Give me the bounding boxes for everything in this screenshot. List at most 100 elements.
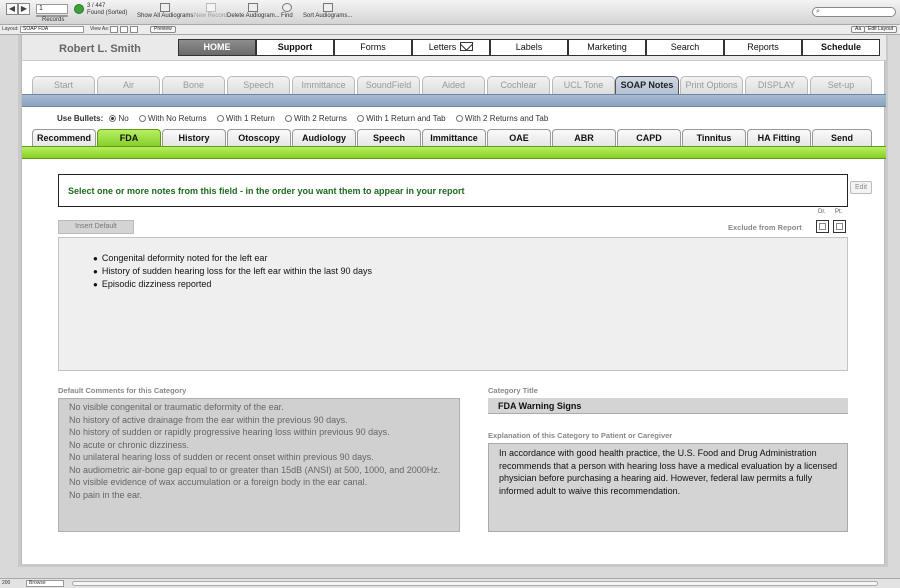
- soap-tab-audiology[interactable]: Audiology: [292, 129, 356, 146]
- bullet-option-1-return-tab[interactable]: With 1 Return and Tab: [357, 114, 446, 123]
- status-toolbar: ◀ ▶ 1 Records 3 / 447 Found (Sorted) Sho…: [0, 0, 900, 25]
- radio-icon: [285, 115, 292, 122]
- found-count: 3 / 447 Found (Sorted): [87, 3, 127, 17]
- tab-soap-notes[interactable]: SOAP Notes: [615, 76, 679, 94]
- insert-default-button[interactable]: Insert Default: [58, 220, 134, 234]
- tab-setup[interactable]: Set-up: [810, 76, 872, 94]
- main-tab-underline: [22, 94, 886, 107]
- menu-reports[interactable]: Reports: [724, 39, 802, 56]
- quick-find-input[interactable]: ⌕: [812, 7, 896, 17]
- tab-ucl-tone[interactable]: UCL Tone: [552, 76, 615, 94]
- list-view-icon[interactable]: [120, 26, 128, 33]
- prev-record-icon[interactable]: ◀: [6, 3, 18, 15]
- find-button[interactable]: Find: [281, 3, 293, 19]
- layout-bar: Layout: SOAP FDA View As: Preview Aa Edi…: [0, 25, 900, 35]
- tab-display[interactable]: DISPLAY: [745, 76, 808, 94]
- delete-audiogram-button[interactable]: Delete Audiogram...: [227, 3, 280, 19]
- menu-labels[interactable]: Labels: [490, 39, 568, 56]
- soap-notes-panel: Robert L. Smith HOME Support Forms Lette…: [21, 35, 886, 564]
- tab-soundfield[interactable]: SoundField: [357, 76, 420, 94]
- soap-tab-send[interactable]: Send: [812, 129, 872, 146]
- layout-label: Layout:: [2, 26, 19, 32]
- menu-search[interactable]: Search: [646, 39, 724, 56]
- soap-tab-underline: [22, 146, 886, 159]
- delete-icon: [248, 3, 259, 12]
- tab-start[interactable]: Start: [32, 76, 95, 94]
- radio-icon: [138, 115, 146, 122]
- bullet-option-2-returns[interactable]: With 2 Returns: [285, 114, 347, 123]
- tab-bone[interactable]: Bone: [162, 76, 225, 94]
- tab-immittance[interactable]: Immittance: [292, 76, 355, 94]
- soap-tab-abr[interactable]: ABR: [552, 129, 616, 146]
- layout-select[interactable]: SOAP FDA: [20, 26, 84, 33]
- bullet-options: Use Bullets: No With No Returns With 1 R…: [57, 114, 556, 123]
- exclude-pt-checkbox[interactable]: [833, 220, 846, 233]
- comment-line: No acute or chronic dizziness.: [69, 439, 190, 450]
- comment-line: No history of sudden or rapidly progress…: [69, 427, 390, 437]
- show-all-icon: [160, 3, 171, 12]
- soap-tab-history[interactable]: History: [162, 129, 226, 146]
- preview-button[interactable]: Preview: [150, 26, 176, 33]
- new-record-button[interactable]: New Record: [194, 3, 227, 19]
- tab-cochlear[interactable]: Cochlear: [487, 76, 550, 94]
- status-bar: 200 Browse: [0, 578, 900, 588]
- record-number-input[interactable]: 1: [36, 4, 68, 14]
- exclude-dr-checkbox[interactable]: [816, 220, 829, 233]
- soap-tab-recommend[interactable]: Recommend: [32, 129, 96, 146]
- show-all-button[interactable]: Show All Audiograms: [137, 3, 193, 19]
- soap-tab-fda[interactable]: FDA: [97, 129, 161, 146]
- edit-layout-button[interactable]: Edit Layout: [864, 26, 898, 33]
- sort-icon: [322, 3, 333, 12]
- soap-tab-ha-fitting[interactable]: HA Fitting: [747, 129, 811, 146]
- next-record-icon[interactable]: ▶: [18, 3, 30, 15]
- default-comments-field[interactable]: No visible congenital or traumatic defor…: [58, 398, 460, 532]
- bullet-option-no[interactable]: No: [109, 114, 129, 123]
- soap-tab-speech[interactable]: Speech: [357, 129, 421, 146]
- text-format-button[interactable]: Aa: [851, 26, 866, 33]
- mode-select[interactable]: Browse: [26, 580, 64, 587]
- tab-aided[interactable]: Aided: [422, 76, 485, 94]
- patient-name: Robert L. Smith: [59, 43, 141, 55]
- bullet-option-1-return[interactable]: With 1 Return: [216, 114, 275, 123]
- tab-air[interactable]: Air: [97, 76, 160, 94]
- category-title-label: Category Title: [488, 386, 538, 395]
- menu-forms[interactable]: Forms: [334, 39, 412, 56]
- notes-field[interactable]: Congenital deformity noted for the left …: [58, 237, 848, 371]
- tab-speech[interactable]: Speech: [227, 76, 290, 94]
- magnifier-icon: [281, 3, 292, 12]
- comment-line: No pain in the ear.: [69, 489, 143, 500]
- soap-tab-immittance[interactable]: Immittance: [422, 129, 486, 146]
- explanation-label: Explanation of this Category to Patient …: [488, 431, 673, 440]
- sort-audiograms-button[interactable]: Sort Audiograms...: [303, 3, 352, 19]
- menu-marketing[interactable]: Marketing: [568, 39, 646, 56]
- zoom-level[interactable]: 200: [2, 579, 10, 588]
- radio-icon: [216, 115, 224, 122]
- bullet-option-no-returns[interactable]: With No Returns: [138, 114, 207, 123]
- pt-label: Pt.: [835, 209, 843, 215]
- category-title-field[interactable]: FDA Warning Signs: [488, 398, 848, 414]
- soap-tab-otoscopy[interactable]: Otoscopy: [227, 129, 291, 146]
- list-item: Episodic dizziness reported: [93, 278, 372, 291]
- soap-tab-oae[interactable]: OAE: [487, 129, 551, 146]
- comment-line: No visible evidence of wax accumulation …: [69, 477, 368, 487]
- form-view-icon[interactable]: [110, 26, 118, 33]
- explanation-field[interactable]: In accordance with good health practice,…: [488, 443, 848, 532]
- radio-icon: [455, 115, 463, 122]
- notes-list: Congenital deformity noted for the left …: [93, 252, 372, 291]
- horizontal-scrollbar[interactable]: [72, 581, 878, 586]
- default-comments-label: Default Comments for this Category: [58, 386, 187, 395]
- radio-icon: [357, 115, 365, 122]
- menu-schedule[interactable]: Schedule: [802, 39, 880, 56]
- soap-tab-capd[interactable]: CAPD: [617, 129, 681, 146]
- tab-print-options[interactable]: Print Options: [680, 76, 743, 94]
- table-view-icon[interactable]: [130, 26, 138, 33]
- list-item: History of sudden hearing loss for the l…: [93, 265, 372, 278]
- new-record-icon: [205, 3, 216, 12]
- menu-letters[interactable]: Letters: [412, 39, 490, 56]
- bullet-option-2-returns-tab[interactable]: With 2 Returns and Tab: [455, 114, 548, 123]
- menu-home[interactable]: HOME: [178, 39, 256, 56]
- comment-line: No history of active drainage from the e…: [69, 414, 348, 425]
- soap-tab-tinnitus[interactable]: Tinnitus: [682, 129, 746, 146]
- edit-button[interactable]: Edit: [850, 181, 872, 194]
- menu-support[interactable]: Support: [256, 39, 334, 56]
